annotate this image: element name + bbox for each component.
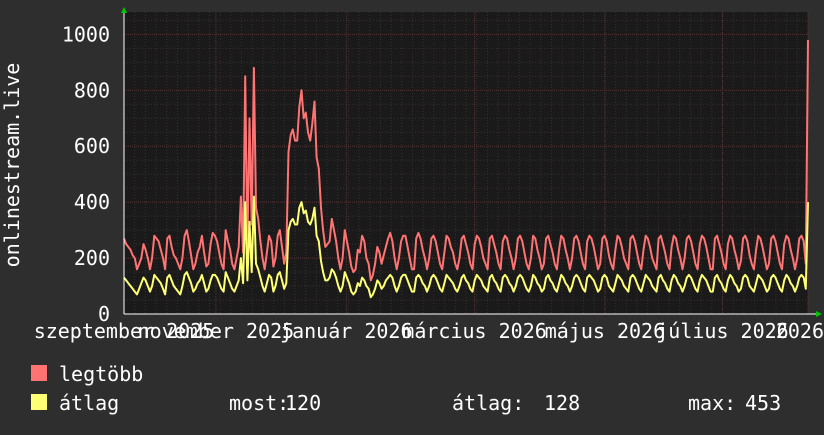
chart-container: 0 200 400 600 800 1000 szeptember 2025 novembe…: [0, 0, 824, 430]
x-tick-label: 2026: [776, 319, 824, 343]
stat-now-value: 120: [285, 391, 321, 415]
x-tick-label: január 2026: [280, 319, 412, 343]
stat-avg-label: átlag:: [452, 391, 524, 415]
stat-now-label: most:: [229, 391, 289, 415]
y-ticks: 02004006008001000: [62, 22, 110, 326]
y-axis-arrow: [121, 7, 127, 13]
legend-label-legtobb: legtöbb: [59, 362, 143, 386]
stat-max-value: 453: [745, 391, 781, 415]
stat-avg-value: 128: [544, 391, 580, 415]
legend-swatch-legtobb: [31, 365, 47, 381]
y-tick-label: 600: [74, 134, 110, 158]
stat-max-label: max:: [688, 391, 736, 415]
x-tick-label: november 2025: [138, 319, 295, 343]
y-tick-label: 1000: [62, 22, 110, 46]
x-tick-label: május 2026: [545, 319, 665, 343]
x-axis-arrow: [816, 311, 822, 317]
y-axis-label: onlinestream.live: [0, 63, 24, 268]
legend-label-atlag: átlag: [59, 391, 119, 415]
legend-swatch-atlag: [31, 394, 47, 410]
x-ticks: szeptember 2025november 2025január 2026m…: [34, 319, 824, 343]
x-tick-label: július 2026: [656, 319, 788, 343]
x-tick-label: március 2026: [402, 319, 547, 343]
y-tick-label: 800: [74, 78, 110, 102]
chart-svg: 02004006008001000 szeptember 2025novembe…: [0, 7, 824, 415]
y-tick-label: 400: [74, 190, 110, 214]
y-tick-label: 200: [74, 246, 110, 270]
